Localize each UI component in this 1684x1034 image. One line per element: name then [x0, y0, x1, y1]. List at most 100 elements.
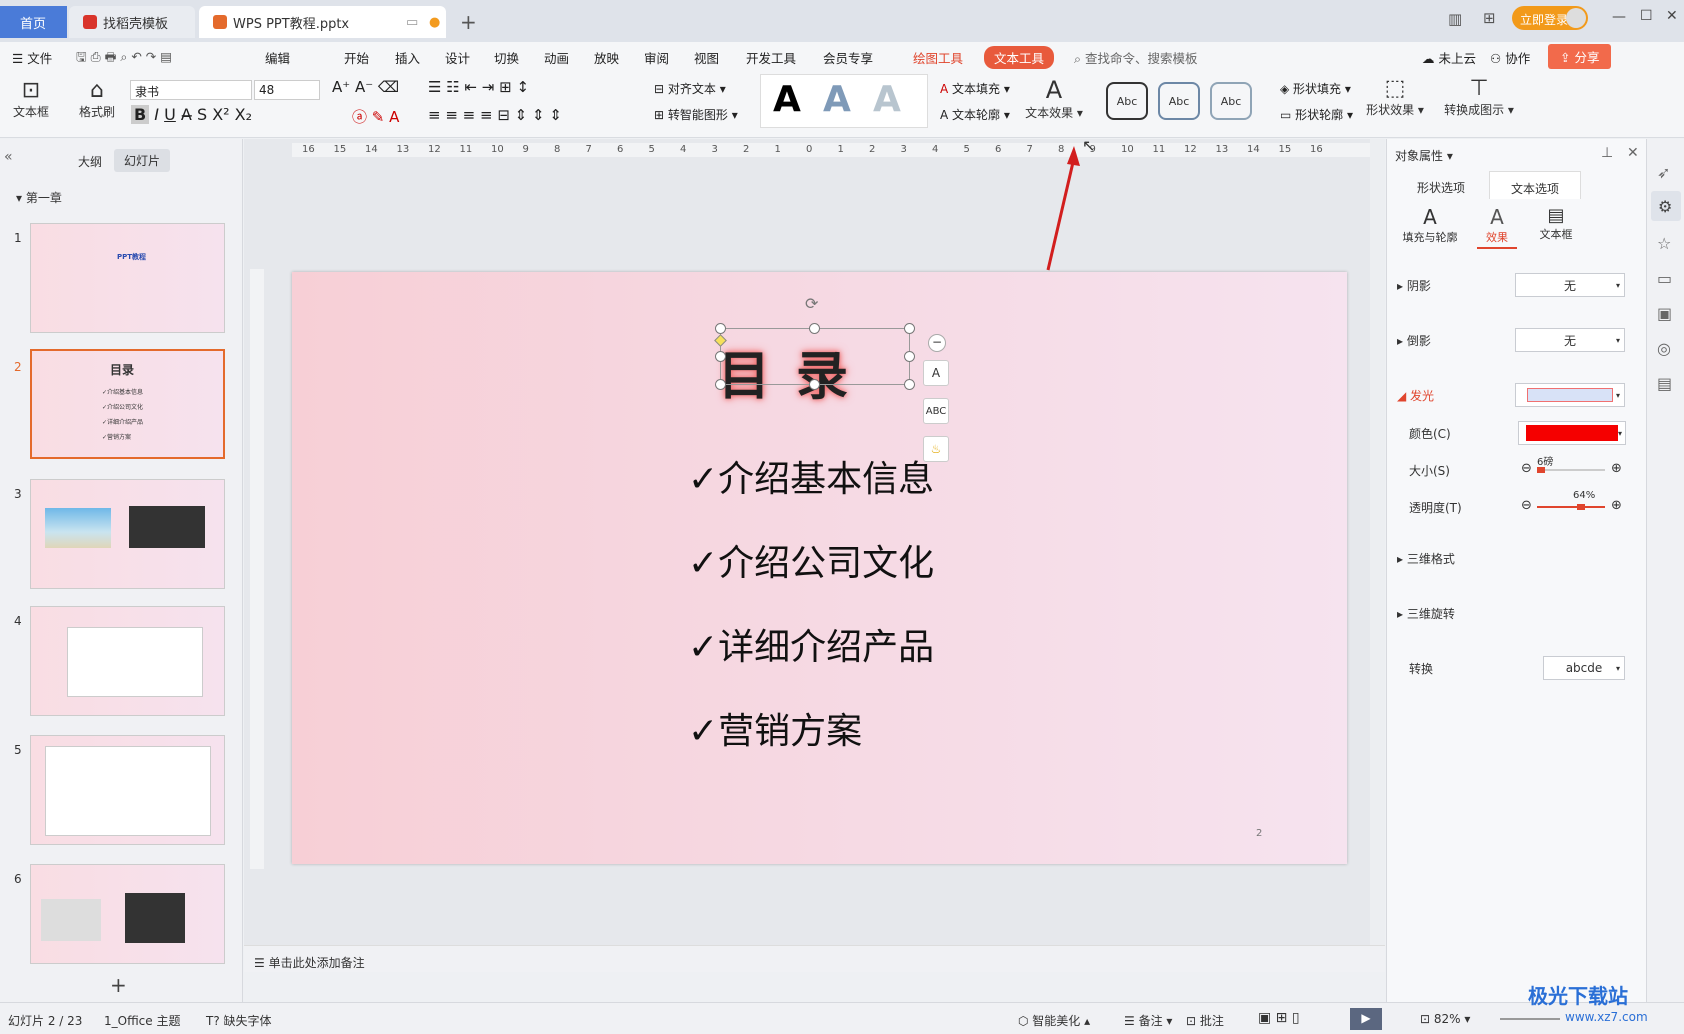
tab-transition[interactable]: 切换	[494, 48, 519, 67]
tab-outline[interactable]: 大纲	[78, 153, 102, 170]
tab-drawing-tools[interactable]: 绘图工具	[913, 48, 963, 67]
location-icon[interactable]: ◎	[1657, 339, 1671, 358]
font-select[interactable]: 隶书	[130, 80, 252, 100]
font-size-select[interactable]: 48	[254, 80, 320, 100]
wordart-gallery[interactable]: A A A	[760, 74, 928, 128]
wordart-style-1[interactable]: A	[773, 79, 801, 120]
transparency-slider[interactable]	[1537, 506, 1605, 508]
slide-thumb-5[interactable]	[30, 735, 225, 845]
convert-diagram-button[interactable]: ⊤ 转换成图示 ▾	[1442, 76, 1516, 118]
comment-icon[interactable]: ▭	[1657, 269, 1672, 288]
tab-home[interactable]: 首页	[0, 6, 67, 38]
collab-button[interactable]: ⚇ 协作	[1490, 48, 1530, 67]
play-button[interactable]: ▶	[1350, 1008, 1382, 1030]
glow-color-select[interactable]: ▾	[1518, 421, 1626, 445]
list-icons[interactable]: ☰ ☷ ⇤ ⇥ ⊞ ↕	[428, 78, 529, 96]
slide[interactable]: 目录 ⟳ − A ABC ♨ ✓介绍基本信息 ✓介绍公司文化 ✓详细介绍产品 ✓…	[292, 272, 1347, 864]
login-button[interactable]: 立即登录	[1512, 6, 1588, 30]
textbox-button[interactable]: ⊡ 文本框	[8, 78, 54, 120]
bullet-2[interactable]: ✓介绍公司文化	[688, 534, 934, 586]
slide-thumb-3[interactable]	[30, 479, 225, 589]
tab-document[interactable]: WPS PPT教程.pptx ▭ ●	[199, 6, 446, 38]
star-icon[interactable]: ☆	[1657, 234, 1671, 253]
tab-slideshow[interactable]: 放映	[594, 48, 619, 67]
font-grow-icon[interactable]: A⁺ A⁻ ⌫	[332, 78, 399, 96]
shadow-section[interactable]: ▸ 阴影	[1397, 277, 1431, 294]
maximize-icon[interactable]: ☐	[1640, 8, 1653, 24]
zoom-control[interactable]: ⊡ 82% ▾	[1420, 1012, 1470, 1026]
spell-check-float-icon[interactable]: ABC	[923, 398, 949, 424]
resize-handle[interactable]	[809, 323, 820, 334]
tab-start[interactable]: 开始	[344, 48, 369, 67]
share-button[interactable]: ⇪ 分享	[1548, 44, 1612, 69]
wordart-style-3[interactable]: A	[873, 79, 901, 120]
pane-close-icon[interactable]: ✕	[1627, 145, 1639, 161]
textbox-tab[interactable]: ▤ 文本框	[1533, 205, 1579, 242]
trans-increase-icon[interactable]: ⊕	[1611, 498, 1622, 513]
wordart-style-2[interactable]: A	[823, 79, 851, 120]
missing-font-button[interactable]: T? 缺失字体	[206, 1012, 272, 1029]
tab-insert[interactable]: 插入	[395, 48, 420, 67]
resize-handle[interactable]	[904, 351, 915, 362]
image-icon[interactable]: ▣	[1657, 304, 1672, 323]
glow-select[interactable]: ▾	[1515, 383, 1625, 407]
tab-member[interactable]: 会员专享	[823, 48, 873, 67]
comment-button[interactable]: ⊡ 批注	[1186, 1012, 1224, 1029]
resize-handle[interactable]	[715, 323, 726, 334]
rotate-icon[interactable]: ⟳	[805, 294, 818, 313]
tab-review[interactable]: 审阅	[644, 48, 669, 67]
vertical-scrollbar[interactable]	[1370, 139, 1385, 945]
text-style-float-icon[interactable]: A	[923, 360, 949, 386]
effect-tab[interactable]: A 效果	[1477, 205, 1517, 249]
tab-developer[interactable]: 开发工具	[746, 48, 796, 67]
tab-text-tools[interactable]: 文本工具	[984, 46, 1055, 69]
shape-style-2[interactable]: Abc	[1158, 82, 1200, 120]
align-icons[interactable]: ≡ ≡ ≡ ≡ ⊟ ⇕ ⇕ ⇕	[428, 106, 562, 124]
fill-outline-tab[interactable]: A 填充与轮廓	[1399, 205, 1461, 245]
trans-decrease-icon[interactable]: ⊖	[1521, 498, 1532, 513]
minimize-icon[interactable]: —	[1612, 9, 1626, 25]
smart-shape-button[interactable]: ⊞ 转智能图形 ▾	[654, 106, 738, 123]
zoom-slider[interactable]	[1500, 1018, 1560, 1020]
search-input[interactable]: ⌕ 查找命令、搜索模板	[1074, 48, 1198, 67]
slide-thumb-4[interactable]	[30, 606, 225, 716]
selection-box[interactable]	[720, 328, 910, 385]
reflection-select[interactable]: 无 ▾	[1515, 328, 1625, 352]
monitor-icon[interactable]: ▭	[406, 15, 418, 30]
add-slide-button[interactable]: +	[110, 973, 127, 997]
reflection-section[interactable]: ▸ 倒影	[1397, 332, 1431, 349]
tab-shape-options[interactable]: 形状选项	[1417, 179, 1465, 196]
three-d-rotate-section[interactable]: ▸ 三维旋转	[1397, 605, 1455, 622]
properties-icon[interactable]: ⚙	[1651, 191, 1681, 221]
view-mode-icons[interactable]: ▣ ⊞ ▯	[1258, 1010, 1300, 1026]
tab-slides[interactable]: 幻灯片	[114, 149, 171, 172]
rocket-icon[interactable]: ➶	[1657, 163, 1670, 182]
resize-handle[interactable]	[809, 379, 820, 390]
bullet-3[interactable]: ✓详细介绍产品	[688, 618, 934, 670]
three-d-format-section[interactable]: ▸ 三维格式	[1397, 550, 1455, 567]
cloud-button[interactable]: ☁ 未上云	[1422, 48, 1476, 67]
resize-handle[interactable]	[715, 351, 726, 362]
shape-fill-button[interactable]: ◈ 形状填充 ▾	[1280, 80, 1351, 97]
shape-style-3[interactable]: Abc	[1210, 82, 1252, 120]
notes-pane[interactable]: ☰ 单击此处添加备注	[244, 945, 1385, 972]
tab-template[interactable]: 找稻壳模板	[69, 6, 195, 38]
text-outline-button[interactable]: A 文本轮廓 ▾	[940, 106, 1010, 123]
text-fill-button[interactable]: A 文本填充 ▾	[940, 80, 1010, 97]
tab-text-options[interactable]: 文本选项	[1489, 171, 1581, 199]
book-icon[interactable]: ▤	[1657, 374, 1672, 393]
chapter-section[interactable]: ▾ 第一章	[16, 189, 62, 206]
collapse-icon[interactable]: «	[4, 149, 13, 165]
slide-thumb-1[interactable]: PPT教程	[30, 223, 225, 333]
size-increase-icon[interactable]: ⊕	[1611, 461, 1622, 476]
notes-button[interactable]: ☰ 备注 ▾	[1124, 1012, 1172, 1029]
transform-select[interactable]: abcde ▾	[1543, 656, 1625, 680]
size-slider[interactable]	[1537, 469, 1605, 471]
shape-outline-button[interactable]: ▭ 形状轮廓 ▾	[1280, 106, 1353, 123]
tab-animation[interactable]: 动画	[544, 48, 569, 67]
resize-handle[interactable]	[715, 379, 726, 390]
edit-menu[interactable]: 编辑	[265, 48, 290, 67]
shape-style-1[interactable]: Abc	[1106, 82, 1148, 120]
beautify-button[interactable]: ⬡ 智能美化 ▴	[1018, 1012, 1090, 1029]
bullet-4[interactable]: ✓营销方案	[688, 702, 862, 754]
